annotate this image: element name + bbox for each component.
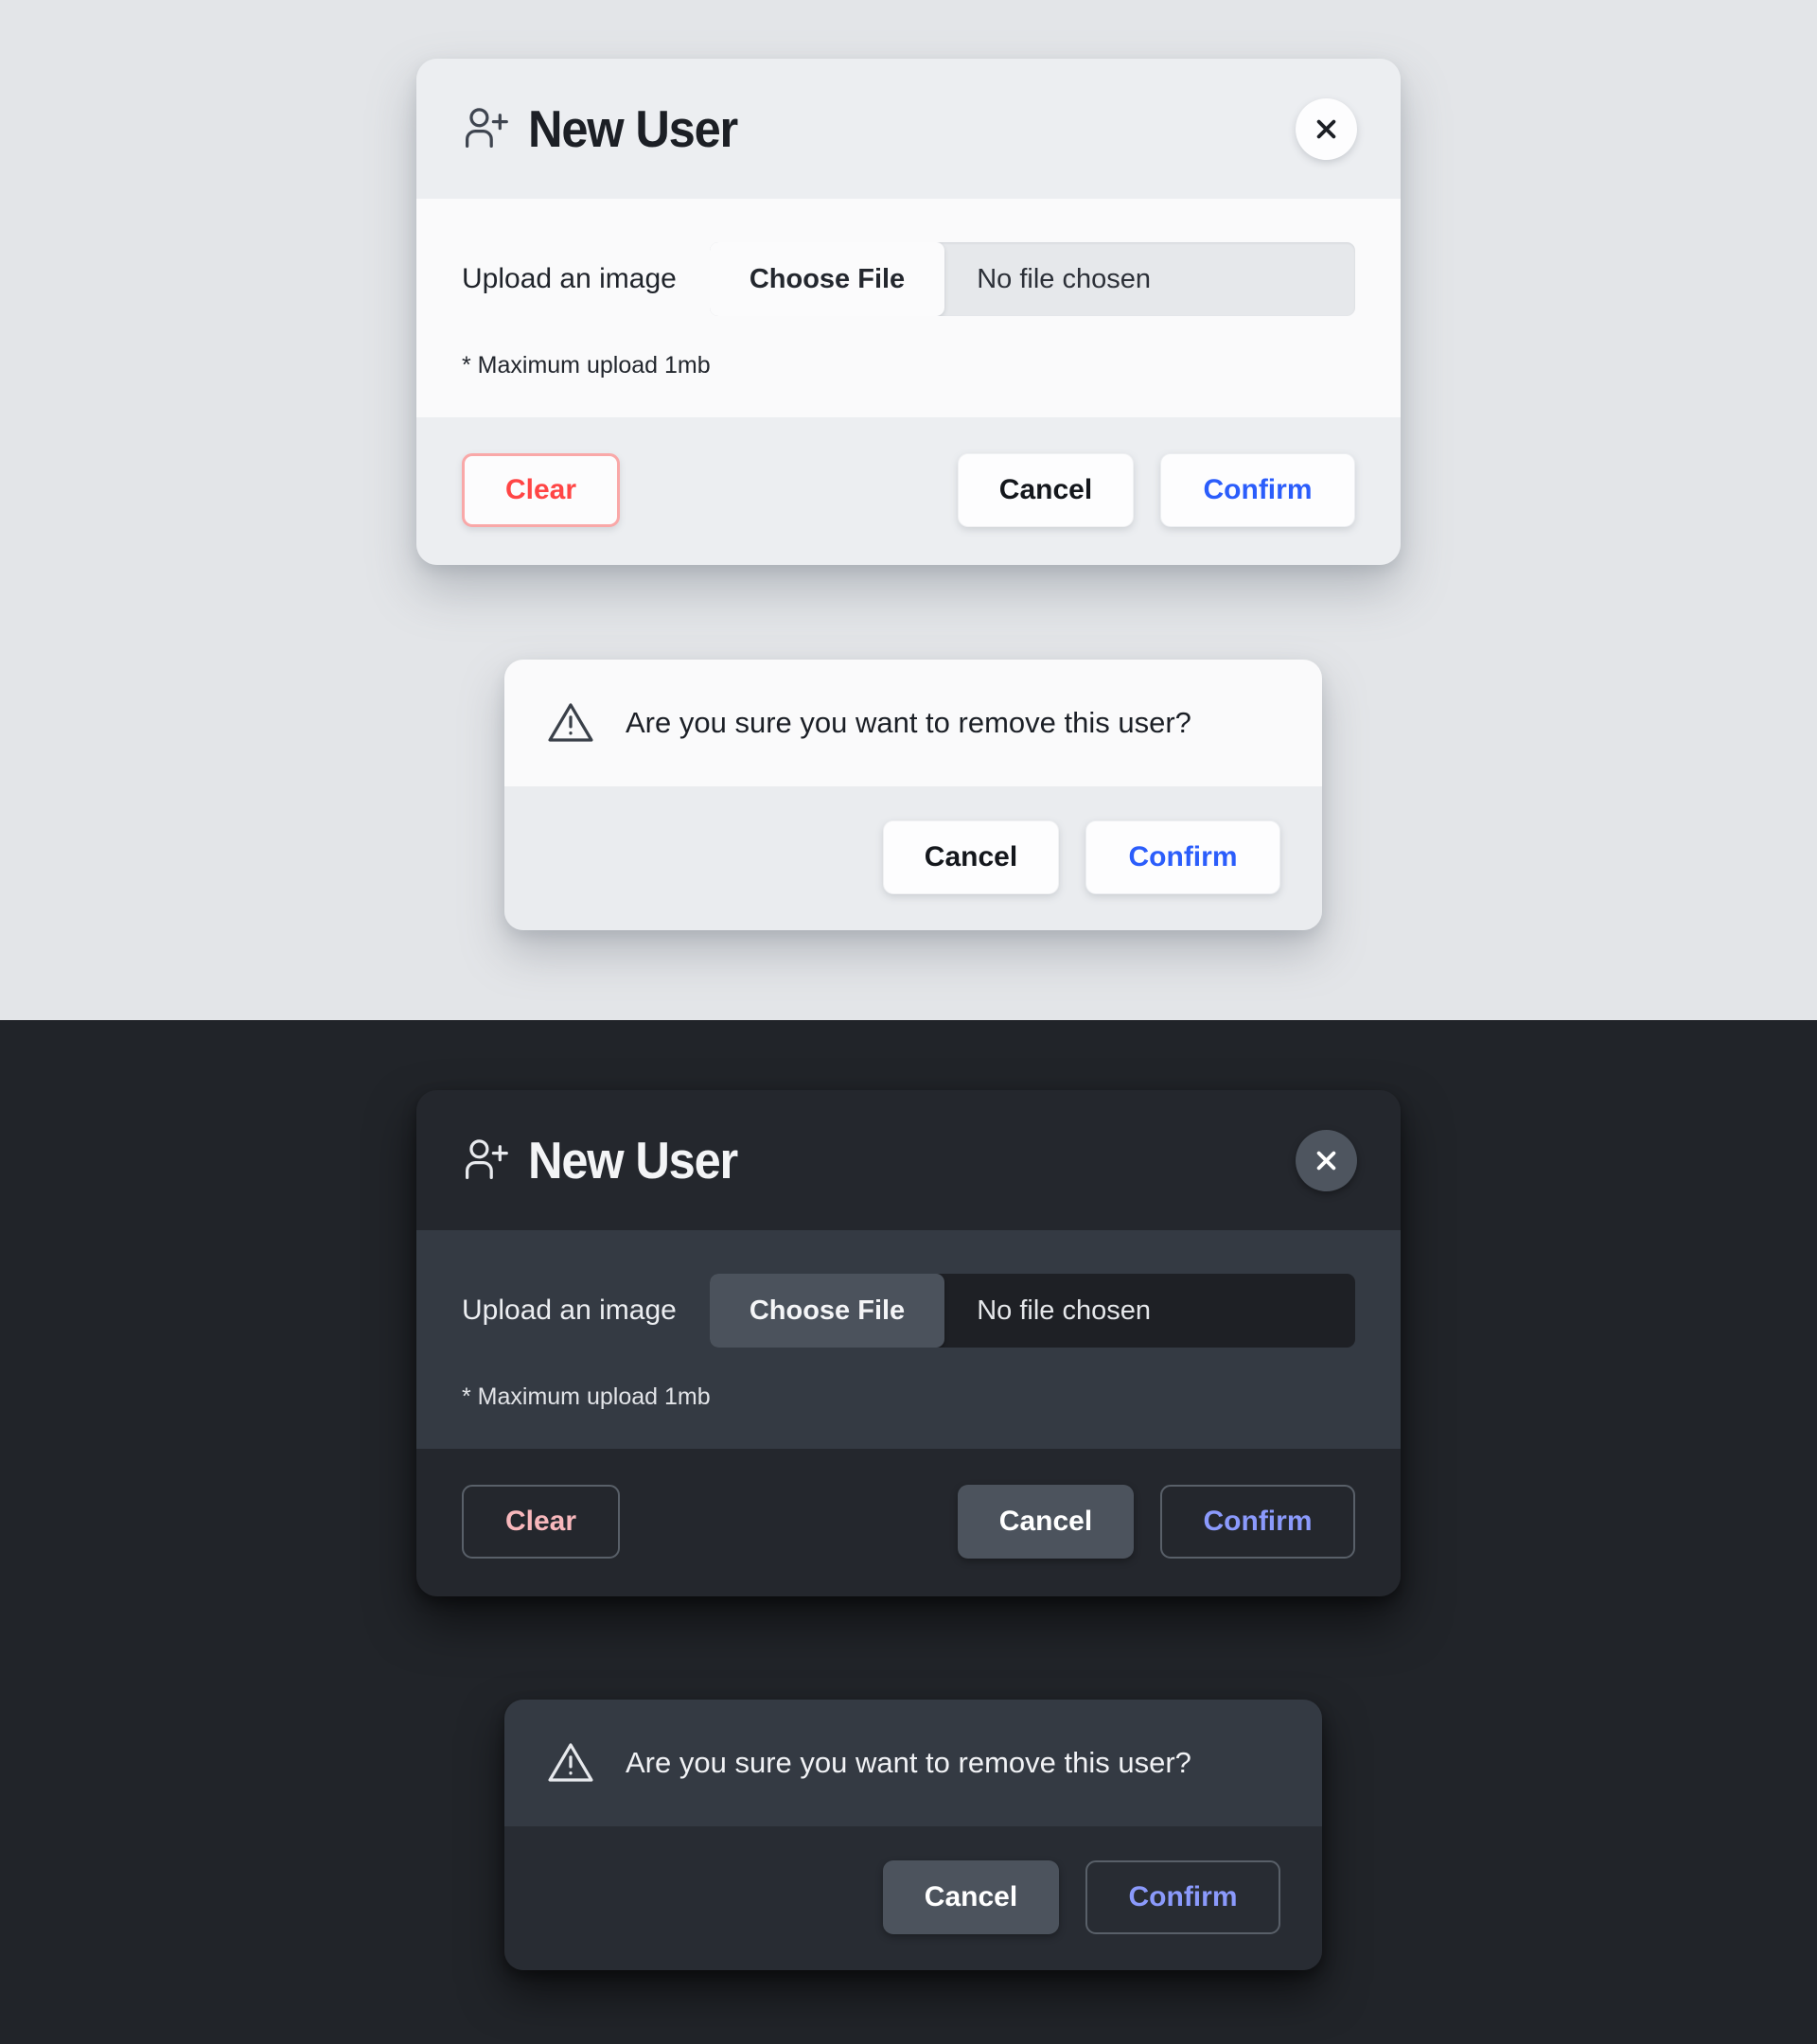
file-name-text: No file chosen [977,263,1151,294]
upload-hint: * Maximum upload 1mb [462,352,711,379]
dialog-cancel-button[interactable]: Cancel [883,1860,1059,1934]
dialog-message: Are you sure you want to remove this use… [626,1745,1191,1779]
upload-hint: * Maximum upload 1mb [462,1383,711,1410]
modal-footer: Clear Cancel Confirm [416,1449,1401,1596]
dialog-body: Are you sure you want to remove this use… [504,660,1322,786]
confirm-button[interactable]: Confirm [1160,1485,1355,1559]
remove-user-dialog-light: Are you sure you want to remove this use… [504,660,1322,930]
warning-triangle-icon [548,703,593,742]
close-icon [1316,1151,1336,1170]
close-button[interactable] [1296,1129,1357,1191]
upload-row: Upload an image Choose File No file chos… [462,1274,1355,1348]
close-icon [1316,119,1336,138]
clear-button[interactable]: Clear [462,1485,620,1559]
warning-triangle-icon [548,1743,593,1782]
file-input[interactable]: Choose File No file chosen [709,1274,1355,1348]
file-input[interactable]: Choose File No file chosen [709,242,1355,316]
modal-body: Upload an image Choose File No file chos… [416,199,1401,417]
dialog-message: Are you sure you want to remove this use… [626,705,1191,739]
file-name-text: No file chosen [977,1295,1151,1326]
person-add-icon [466,108,508,149]
upload-row: Upload an image Choose File No file chos… [462,242,1355,316]
dialog-cancel-button[interactable]: Cancel [883,820,1059,894]
modal-header: New User [416,59,1401,199]
close-button[interactable] [1296,97,1357,160]
modal-header: New User [416,1090,1401,1230]
page-title: New User [528,1130,738,1189]
modal-footer: Clear Cancel Confirm [416,417,1401,565]
clear-button[interactable]: Clear [462,453,620,527]
person-add-icon [466,1139,508,1180]
dialog-footer: Cancel Confirm [504,1826,1322,1970]
dialog-confirm-button[interactable]: Confirm [1085,820,1280,894]
cancel-button[interactable]: Cancel [958,1485,1134,1559]
new-user-modal-light: New User Upload an image Choose File No … [416,59,1401,565]
new-user-modal-dark: New User Upload an image Choose File No … [416,1090,1401,1596]
remove-user-dialog-dark: Are you sure you want to remove this use… [504,1700,1322,1970]
confirm-button[interactable]: Confirm [1160,453,1355,527]
upload-label: Upload an image [462,1295,677,1326]
upload-label: Upload an image [462,263,677,294]
dialog-footer: Cancel Confirm [504,786,1322,930]
modal-body: Upload an image Choose File No file chos… [416,1230,1401,1449]
choose-file-button[interactable]: Choose File [709,242,945,316]
page-title: New User [528,98,738,158]
dialog-confirm-button[interactable]: Confirm [1085,1860,1280,1934]
page-root: New User Upload an image Choose File No … [0,0,1817,2044]
cancel-button[interactable]: Cancel [958,453,1134,527]
light-theme-panel: New User Upload an image Choose File No … [0,0,1817,1020]
choose-file-button[interactable]: Choose File [709,1274,945,1348]
dialog-body: Are you sure you want to remove this use… [504,1700,1322,1826]
